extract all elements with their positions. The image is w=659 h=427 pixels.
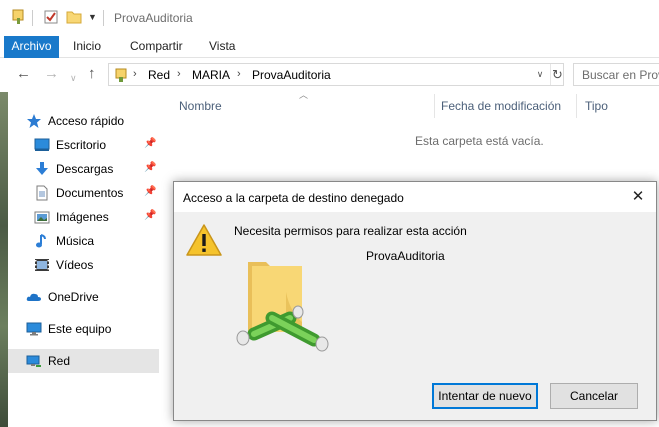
computer-icon [26, 322, 42, 336]
close-icon[interactable]: ✕ [628, 187, 648, 207]
tab-compartir[interactable]: Compartir [130, 36, 183, 58]
breadcrumb-separator-icon[interactable]: › [177, 68, 181, 80]
pin-icon[interactable]: 📌 [144, 186, 156, 197]
column-divider[interactable] [576, 94, 577, 118]
sort-indicator-icon: ︿ [299, 90, 309, 100]
nav-label: Escritorio [56, 138, 107, 152]
column-header-fecha[interactable]: Fecha de modificación [441, 99, 561, 113]
back-arrow-icon[interactable]: ← [16, 66, 31, 82]
nav-label: Este equipo [48, 322, 112, 336]
nav-musica[interactable]: Música [8, 229, 159, 253]
dialog-title: Acceso a la carpeta de destino denegado [183, 191, 404, 205]
retry-button[interactable]: Intentar de nuevo [432, 383, 538, 409]
music-icon [36, 234, 46, 248]
breadcrumb-red[interactable]: Red [148, 68, 170, 82]
search-placeholder: Buscar en Prova [582, 68, 659, 82]
qa-separator [32, 10, 33, 26]
nav-label: Red [48, 354, 71, 368]
nav-videos[interactable]: Vídeos [8, 253, 159, 277]
checkbox-icon[interactable] [43, 9, 59, 25]
address-dropdown-icon[interactable]: ∨ [530, 65, 550, 84]
breadcrumb-separator-icon[interactable]: › [133, 68, 137, 80]
search-box[interactable]: Buscar en Prova [573, 63, 659, 86]
nav-label: Música [56, 234, 95, 248]
download-icon [36, 162, 48, 175]
dialog-title-bar[interactable]: Acceso a la carpeta de destino denegado … [174, 182, 656, 212]
tab-inicio[interactable]: Inicio [73, 36, 101, 58]
qa-dropdown-icon[interactable]: ▼ [88, 12, 97, 22]
nav-descargas[interactable]: Descargas 📌 [8, 157, 159, 181]
column-header-nombre[interactable]: Nombre [179, 99, 222, 113]
dialog-message: Necesita permisos para realizar esta acc… [234, 224, 467, 238]
explorer-window: ▼ ProvaAuditoria Archivo Inicio Comparti… [0, 0, 659, 427]
nav-escritorio[interactable]: Escritorio 📌 [8, 133, 159, 157]
nav-onedrive[interactable]: OneDrive [8, 285, 159, 309]
network-folder-icon [236, 262, 329, 352]
column-header-tipo[interactable]: Tipo [585, 99, 608, 113]
nav-documentos[interactable]: Documentos 📌 [8, 181, 159, 205]
up-arrow-icon[interactable]: ↑ [88, 66, 96, 82]
properties-icon[interactable] [12, 9, 26, 25]
network-folder-icon [115, 68, 127, 82]
desktop-icon [34, 138, 50, 151]
breadcrumb-provaauditoria[interactable]: ProvaAuditoria [252, 68, 331, 82]
nav-este-equipo[interactable]: Este equipo [8, 317, 159, 341]
desktop-background [0, 92, 8, 427]
title-separator [103, 10, 104, 26]
star-icon [27, 114, 41, 128]
dialog-body: Necesita permisos para realizar esta acc… [174, 212, 656, 420]
refresh-icon[interactable]: ↻ [550, 64, 564, 85]
nav-label: Vídeos [56, 258, 94, 272]
tab-archivo[interactable]: Archivo [4, 36, 59, 58]
nav-label: Documentos [56, 186, 124, 200]
cancel-button[interactable]: Cancelar [550, 383, 638, 409]
pictures-icon [34, 211, 50, 224]
document-icon [36, 185, 48, 201]
dialog-folder-name: ProvaAuditoria [366, 249, 445, 263]
address-bar[interactable]: › Red › MARIA › ProvaAuditoria ∨ ↻ [108, 63, 564, 86]
recent-locations-icon[interactable]: ∨ [70, 70, 77, 86]
network-icon [26, 355, 41, 367]
navigation-bar: ← → ∨ ↑ › Red › MARIA › ProvaAuditoria ∨… [0, 58, 659, 92]
pin-icon[interactable]: 📌 [144, 210, 156, 221]
window-title: ProvaAuditoria [114, 11, 193, 25]
nav-imagenes[interactable]: Imágenes 📌 [8, 205, 159, 229]
title-bar: ▼ ProvaAuditoria [0, 0, 659, 36]
forward-arrow-icon[interactable]: → [44, 66, 59, 82]
column-divider[interactable] [434, 94, 435, 118]
nav-label: Acceso rápido [48, 114, 125, 128]
video-icon [35, 259, 49, 271]
breadcrumb-maria[interactable]: MARIA [192, 68, 230, 82]
nav-label: OneDrive [48, 290, 99, 304]
access-denied-dialog: Acceso a la carpeta de destino denegado … [173, 181, 657, 421]
nav-red[interactable]: Red [8, 349, 159, 373]
warning-icon [186, 224, 222, 256]
empty-folder-message: Esta carpeta está vacía. [415, 134, 544, 148]
pin-icon[interactable]: 📌 [144, 162, 156, 173]
new-folder-icon[interactable] [66, 9, 82, 25]
cloud-icon [26, 293, 41, 301]
pin-icon[interactable]: 📌 [144, 138, 156, 149]
nav-label: Imágenes [56, 210, 109, 224]
breadcrumb-separator-icon[interactable]: › [237, 68, 241, 80]
nav-label: Descargas [56, 162, 114, 176]
navigation-pane: Acceso rápido Escritorio 📌 Descargas 📌 D… [8, 92, 159, 427]
nav-quick-access[interactable]: Acceso rápido [8, 109, 159, 133]
ribbon: Archivo Inicio Compartir Vista [0, 36, 659, 58]
tab-vista[interactable]: Vista [209, 36, 235, 58]
